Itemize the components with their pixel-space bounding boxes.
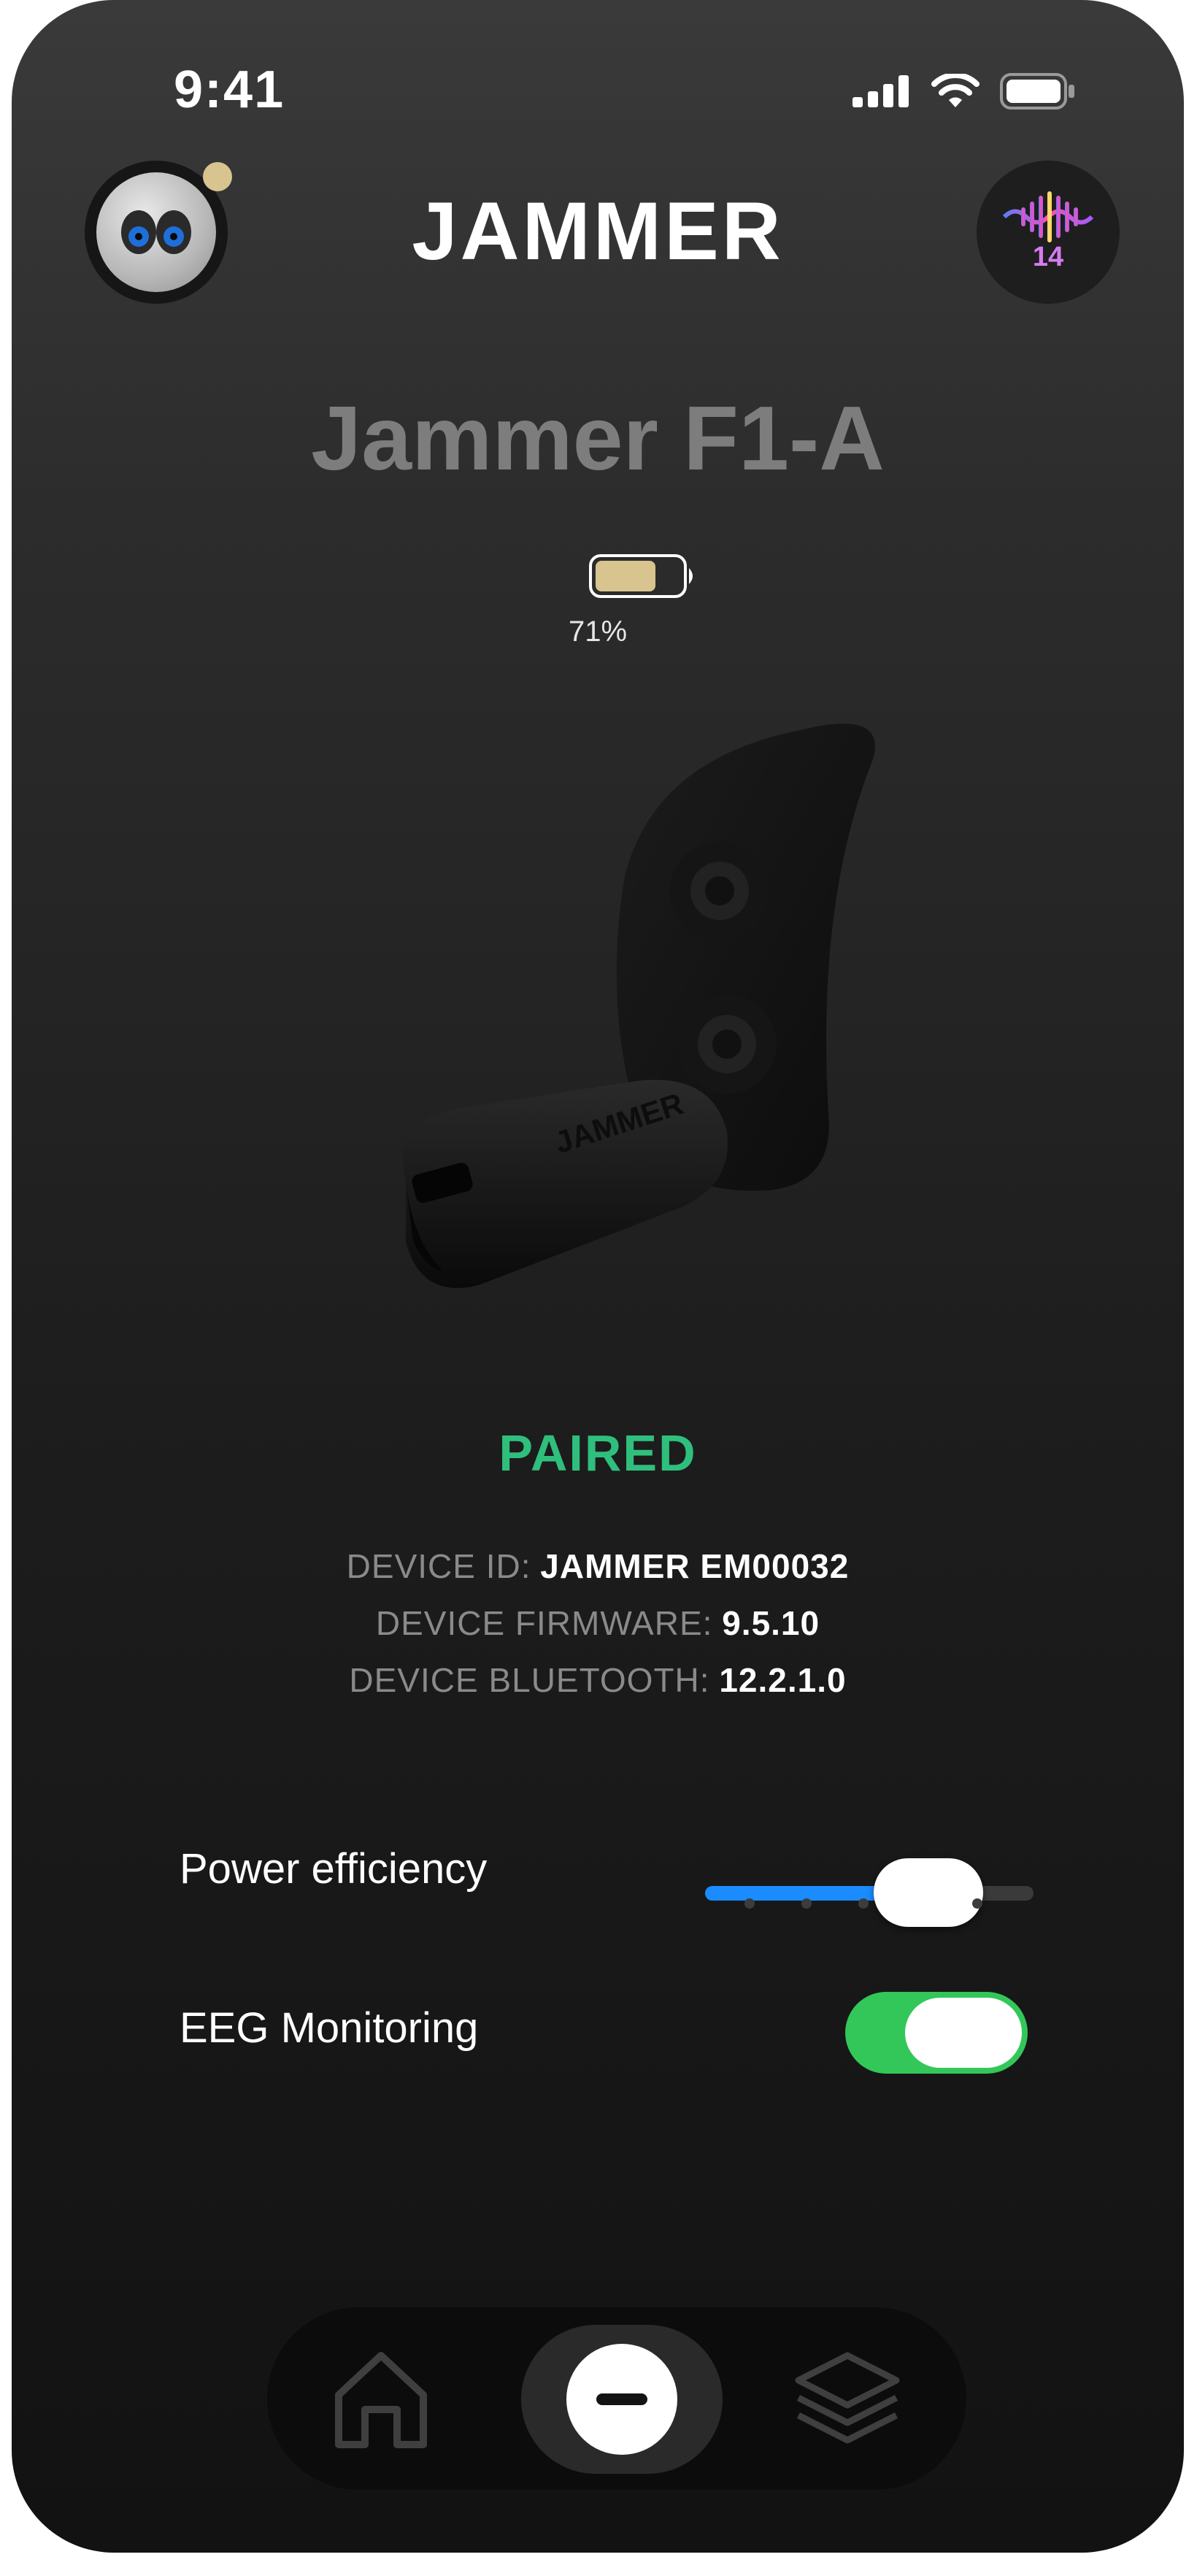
status-time: 9:41: [174, 61, 285, 119]
battery-status-icon: [1000, 73, 1076, 113]
tab-home[interactable]: [331, 2350, 431, 2449]
home-icon: [331, 2352, 431, 2452]
notification-count: 14: [1032, 242, 1064, 272]
slider-tick: [972, 1898, 982, 1909]
minus-icon: [566, 2344, 677, 2455]
eeg-monitoring-toggle[interactable]: [845, 1992, 1028, 2074]
slider-tick: [858, 1898, 869, 1909]
device-battery-icon: [588, 553, 698, 599]
slider-thumb[interactable]: [874, 1858, 983, 1927]
tab-layers[interactable]: [793, 2350, 902, 2449]
tab-bar: [267, 2307, 966, 2490]
layers-icon: [793, 2352, 902, 2452]
device-id-label: DEVICE ID:: [346, 1547, 531, 1585]
phone-screen: 9:41 JAMMER 14 Jammer F1-A 71% JAMMER PA…: [12, 0, 1184, 2553]
status-bar: 9:41: [12, 0, 1184, 146]
status-icons: [852, 72, 1076, 113]
device-bluetooth-label: DEVICE BLUETOOTH:: [349, 1661, 710, 1699]
pairing-status: PAIRED: [499, 1425, 697, 1481]
device-name: Jammer F1-A: [311, 388, 885, 489]
device-id-value: JAMMER EM00032: [540, 1547, 850, 1585]
device-bluetooth-row: DEVICE BLUETOOTH: 12.2.1.0: [12, 1660, 1184, 1700]
tab-center[interactable]: [521, 2325, 723, 2474]
slider-tick: [744, 1898, 755, 1909]
sound-wave-badge-button[interactable]: 14: [977, 161, 1120, 304]
device-firmware-label: DEVICE FIRMWARE:: [375, 1604, 713, 1642]
battery-percent: 71%: [568, 616, 628, 648]
power-efficiency-label: Power efficiency: [180, 1845, 488, 1893]
device-firmware-value: 9.5.10: [722, 1604, 820, 1642]
cellular-signal-icon: [852, 75, 911, 111]
device-image: JAMMER: [362, 716, 902, 1343]
minus-bar: [596, 2393, 647, 2405]
device-firmware-row: DEVICE FIRMWARE: 9.5.10: [12, 1603, 1184, 1643]
device-id-row: DEVICE ID: JAMMER EM00032: [12, 1546, 1184, 1586]
device-bluetooth-value: 12.2.1.0: [719, 1661, 847, 1699]
eeg-monitoring-label: EEG Monitoring: [180, 2004, 479, 2052]
sound-wave-icon: [1001, 191, 1096, 246]
wifi-icon: [931, 72, 979, 112]
slider-tick: [801, 1898, 812, 1909]
power-efficiency-slider[interactable]: [705, 1858, 1034, 1927]
toggle-knob: [905, 1998, 1022, 2068]
